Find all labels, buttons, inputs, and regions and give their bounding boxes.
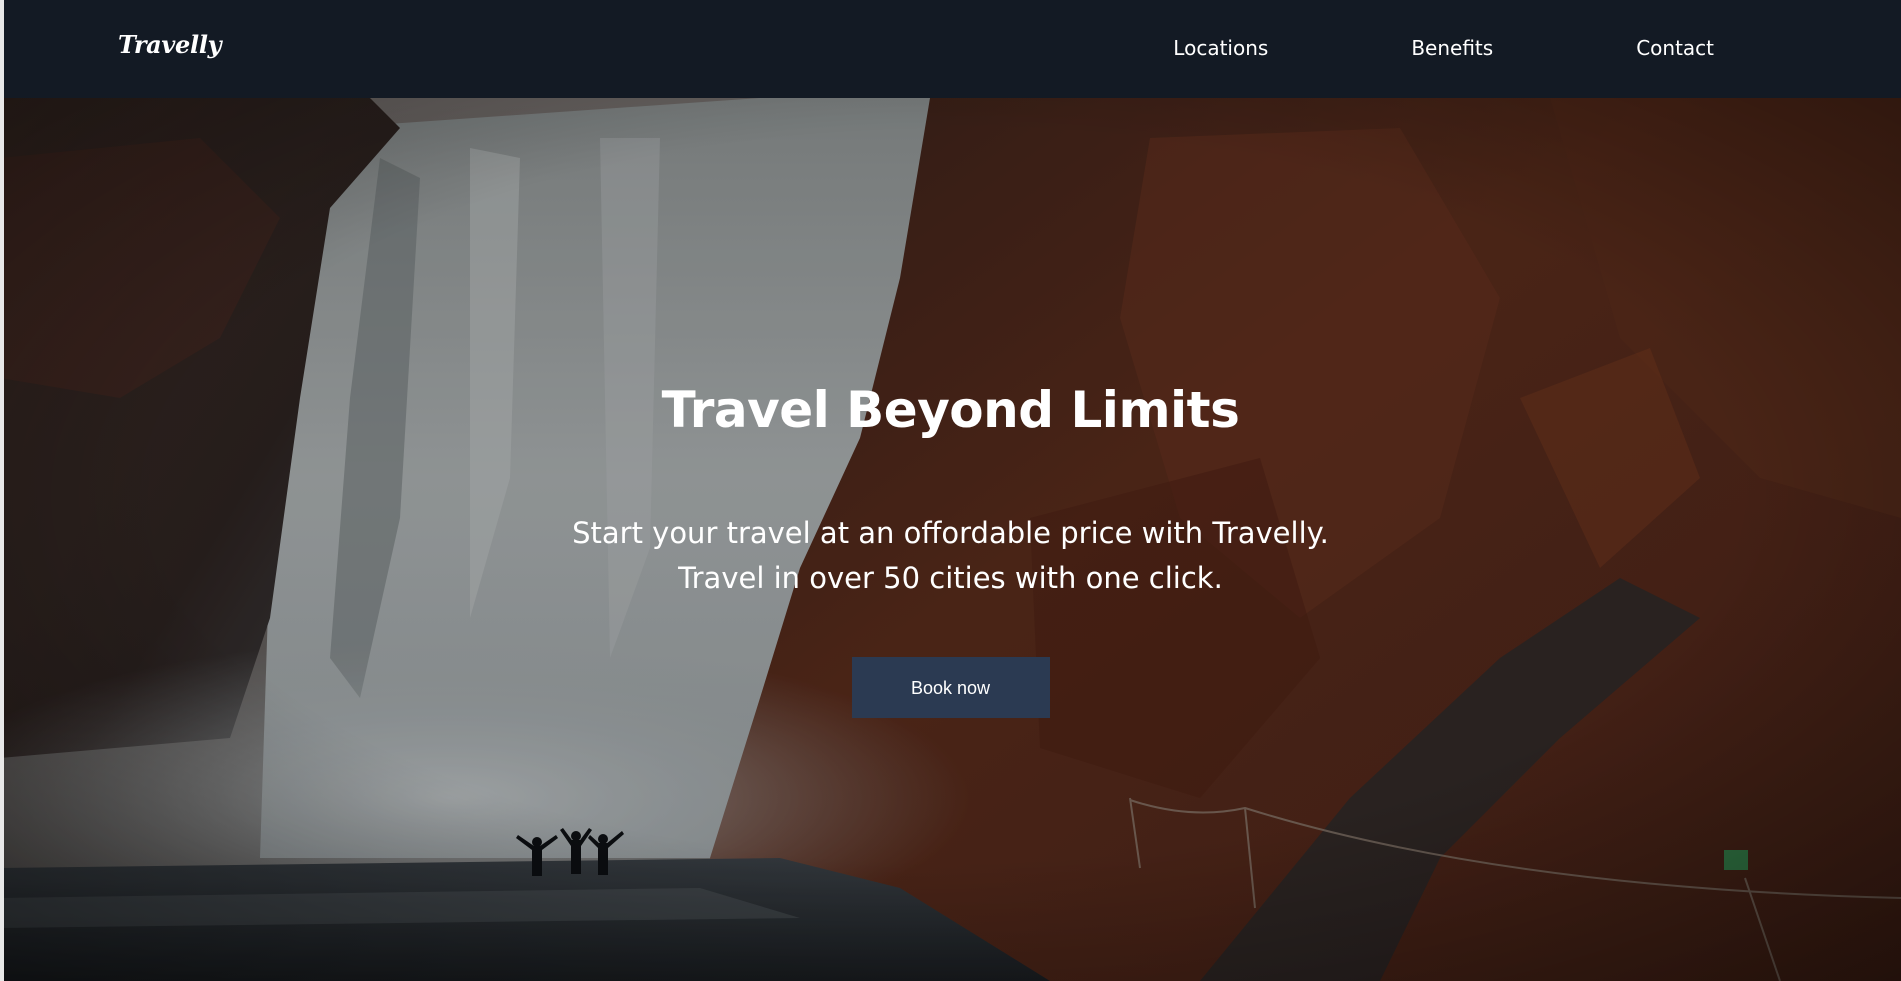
- main-nav: Locations Benefits Contact: [1173, 36, 1714, 60]
- brand-logo[interactable]: Travelly: [118, 30, 222, 59]
- left-border: [0, 0, 4, 981]
- nav-link-contact[interactable]: Contact: [1636, 36, 1714, 60]
- hero-content: Travel Beyond Limits Start your travel a…: [0, 381, 1901, 718]
- hero-title: Travel Beyond Limits: [661, 381, 1240, 439]
- hero-section: Travel Beyond Limits Start your travel a…: [0, 98, 1901, 981]
- hero-subtitle: Start your travel at an offordable price…: [0, 511, 1901, 601]
- hero-subtitle-line-1: Start your travel at an offordable price…: [572, 516, 1329, 550]
- book-now-button[interactable]: Book now: [851, 657, 1050, 718]
- nav-link-locations[interactable]: Locations: [1173, 36, 1268, 60]
- page: Travelly Locations Benefits Contact Trav…: [0, 0, 1901, 981]
- hero-subtitle-line-2: Travel in over 50 cities with one click.: [678, 561, 1223, 595]
- nav-link-benefits[interactable]: Benefits: [1411, 36, 1493, 60]
- navbar: Travelly Locations Benefits Contact: [0, 0, 1901, 98]
